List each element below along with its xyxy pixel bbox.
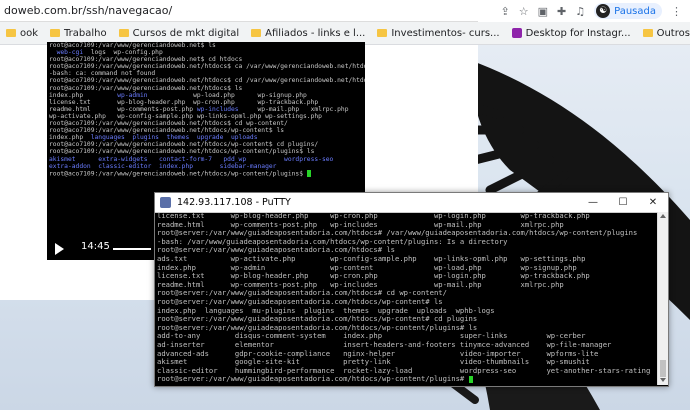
bookmark-label: Desktop for Instagr... (525, 27, 631, 39)
folder-icon (6, 29, 16, 37)
terminal-line: root@aco7109:/var/www/gerenciandoweb.net… (49, 120, 363, 127)
folder-icon (118, 29, 129, 37)
address-bar[interactable]: doweb.com.br/ssh/navegacao/ (0, 0, 478, 22)
terminal-line: root@aco7109:/var/www/gerenciandoweb.net… (49, 77, 365, 85)
terminal-text: wp-admin (117, 91, 148, 99)
profile-avatar-icon: ☯ (596, 4, 611, 18)
terminal-cursor (468, 375, 473, 383)
putty-titlebar[interactable]: 142.93.117.108 - PuTTY — ☐ ✕ (155, 193, 668, 213)
terminal-line: license.txt wp-blog-header.php wp-cron.p… (49, 99, 363, 106)
putty-icon (160, 197, 171, 208)
terminal-line: root@aco7109:/var/www/gerenciandoweb.net… (49, 42, 363, 49)
terminal-line: web-cgi logs wp-config.php (49, 49, 363, 56)
terminal-text: root@aco7109:/var/www/gerenciandoweb.net… (49, 84, 243, 92)
putty-window: 142.93.117.108 - PuTTY — ☐ ✕ license.txt… (154, 192, 669, 387)
terminal-text: root@aco7109:/var/www/gerenciandoweb.net… (49, 77, 365, 85)
bookmark-item[interactable]: Outros favoritos (637, 22, 690, 44)
video-time: 14:45 (81, 241, 110, 252)
folder-icon (251, 29, 262, 37)
terminal-text: root@aco7109:/var/www/gerenciandoweb.net… (49, 141, 319, 149)
tab-icon (511, 28, 522, 38)
extensions-puzzle-icon[interactable]: ✚ (557, 5, 566, 18)
bookmark-item[interactable]: Investimentos- curs... (371, 22, 505, 44)
address-text: doweb.com.br/ssh/navegacao/ (4, 4, 173, 17)
bookmark-item[interactable]: Cursos de mkt digital (113, 22, 246, 44)
terminal-line: root@aco7109:/var/www/gerenciandoweb.net… (49, 63, 365, 71)
terminal-text: root@aco7109:/var/www/gerenciandoweb.net… (49, 120, 288, 128)
terminal-text: languages plugins themes upgrade uploads (90, 134, 258, 142)
bookmark-label: Investimentos- curs... (391, 27, 500, 39)
bookmark-label: Afiliados - links e l... (265, 27, 366, 39)
maximize-button[interactable]: ☐ (608, 193, 638, 212)
terminal-line: -bash: ca: command not found (49, 70, 363, 77)
putty-title: 142.93.117.108 - PuTTY (177, 197, 291, 208)
folder-icon (642, 29, 653, 37)
page-margin (0, 44, 47, 300)
terminal-line: root@aco7109:/var/www/gerenciandoweb.net… (49, 148, 363, 155)
minimize-button[interactable]: — (578, 193, 608, 212)
terminal-text: root@aco7109:/var/www/gerenciandoweb.net… (49, 148, 315, 156)
terminal-line: root@aco7109:/var/www/gerenciandoweb.net… (49, 56, 363, 63)
share-icon[interactable]: ⇪ (501, 5, 510, 18)
terminal-line: wp-activate.php wp-config-sample.php wp-… (49, 113, 363, 120)
terminal-scrollbar[interactable] (657, 212, 668, 385)
extension-icon[interactable]: ▣ (538, 5, 548, 18)
terminal-line: readme.html wp-comments-post.php wp-incl… (49, 106, 363, 113)
bookmark-label: Trabalho (64, 27, 107, 39)
terminal-text: akismet extra-widgets contact-form-7 pdd… (49, 155, 334, 163)
terminal-line: akismet extra-widgets contact-form-7 pdd… (49, 156, 363, 163)
scroll-up-icon[interactable] (660, 214, 666, 218)
putty-terminal[interactable]: license.txt wp-blog-header.php wp-cron.p… (157, 212, 657, 384)
bookmark-item[interactable]: Desktop for Instagr... (506, 22, 637, 44)
terminal-text: wp-activate.php wp-config-sample.php wp-… (49, 112, 322, 120)
folder-icon (50, 29, 61, 37)
bookmark-item[interactable]: Trabalho (44, 22, 113, 44)
terminal-text: wp-load.php wp-signup.php (147, 91, 307, 99)
terminal-line: index.php languages plugins themes upgra… (49, 134, 363, 141)
terminal-text: extra-addon classic-editor index.php sid… (49, 162, 277, 170)
terminal-cursor (306, 169, 311, 177)
bookmark-label: Outros favoritos (656, 27, 690, 39)
terminal-text: root@server:/var/www/guiadeaposentadoria… (157, 374, 469, 384)
browser-toolbar-right: ⇪ ☆ ▣ ✚ ♫ ☯ Pausada ⋮ (478, 0, 690, 23)
media-icon[interactable]: ♫ (575, 5, 585, 18)
terminal-line: root@aco7109:/var/www/gerenciandoweb.net… (49, 85, 363, 92)
bookmark-star-icon[interactable]: ☆ (519, 5, 529, 18)
terminal-line: index.php wp-admin wp-load.php wp-signup… (49, 92, 363, 99)
menu-icon[interactable]: ⋮ (671, 5, 682, 18)
terminal-text: license.txt wp-blog-header.php wp-cron.p… (49, 98, 319, 106)
terminal-text: index.php (49, 134, 91, 142)
terminal-line: root@server:/var/www/guiadeaposentadoria… (157, 374, 657, 384)
profile-button[interactable]: ☯ Pausada (594, 3, 662, 19)
terminal-text: root@aco7109:/var/www/gerenciandoweb.net… (49, 63, 365, 71)
terminal-text: wp-mail.php xmlrpc.php (238, 105, 349, 113)
terminal-line: root@aco7109:/var/www/gerenciandoweb.net… (49, 127, 363, 134)
terminal-line: extra-addon classic-editor index.php sid… (49, 163, 363, 170)
bookmark-label: ook (20, 27, 39, 39)
terminal-text: root@aco7109:/var/www/gerenciandoweb.net… (49, 56, 243, 64)
profile-status-label: Pausada (614, 5, 656, 17)
terminal-text: readme.html wp-comments-post.php (49, 105, 197, 113)
terminal-text: root@aco7109:/var/www/gerenciandoweb.net… (49, 42, 216, 49)
terminal-text: wp-includes (196, 105, 239, 113)
video-progress-bar[interactable] (113, 248, 152, 250)
terminal-text: web-cgi (56, 49, 84, 57)
recorded-terminal: root@aco7109:/var/www/gerenciandoweb.net… (47, 42, 365, 190)
terminal-text: index.php (49, 91, 118, 99)
bookmark-label: Cursos de mkt digital (132, 27, 240, 39)
play-icon[interactable] (55, 243, 64, 255)
terminal-text: logs wp-config.php (83, 49, 163, 57)
bookmark-item[interactable]: ook (0, 22, 44, 44)
bookmark-item[interactable]: Afiliados - links e l... (245, 22, 371, 44)
folder-icon (377, 29, 388, 37)
terminal-line: root@aco7109:/var/www/gerenciandoweb.net… (49, 169, 363, 178)
scroll-down-icon[interactable] (660, 378, 666, 382)
terminal-text: -bash: ca: command not found (49, 70, 156, 78)
terminal-line: root@aco7109:/var/www/gerenciandoweb.net… (49, 141, 363, 148)
terminal-text: root@aco7109:/var/www/gerenciandoweb.net… (49, 127, 285, 135)
close-button[interactable]: ✕ (638, 193, 668, 212)
terminal-text: root@aco7109:/var/www/gerenciandoweb.net… (49, 170, 307, 178)
scroll-thumb[interactable] (660, 360, 666, 377)
